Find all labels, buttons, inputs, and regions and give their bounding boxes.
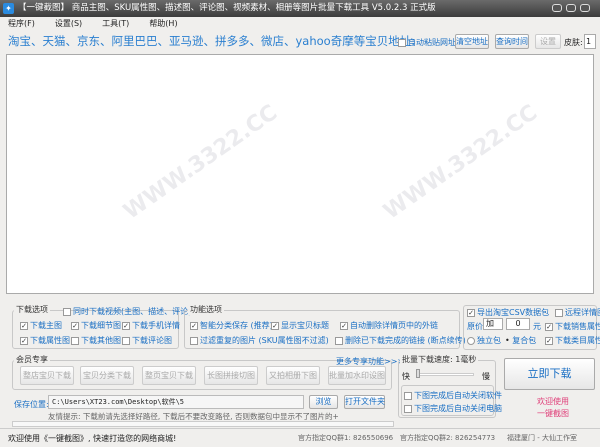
download-main-checkbox[interactable]: ✓ 下载主图 bbox=[20, 320, 62, 331]
menu-program[interactable]: 程序(F) bbox=[8, 17, 35, 31]
download-mobile-checkbox[interactable]: ✓ 下载手机详情 bbox=[122, 320, 180, 331]
title-bar: 【一键截图】 商品主图、SKU属性图、描述图、评论图、视频素材、相册等图片批量下… bbox=[0, 0, 600, 17]
speed-slider[interactable] bbox=[416, 373, 474, 376]
price-label: 原价 bbox=[467, 322, 483, 331]
album-download-button[interactable]: 又拍相册下图 bbox=[266, 366, 320, 385]
download-comment-checkbox[interactable]: 下载评论图 bbox=[122, 335, 172, 346]
menu-tools[interactable]: 工具(T) bbox=[102, 17, 129, 31]
long-image-button[interactable]: 长图拼接切图 bbox=[204, 366, 258, 385]
remove-external-links-checkbox[interactable]: ✓ 自动删除详情页中的外链 bbox=[340, 320, 438, 331]
app-icon: ✦ bbox=[3, 3, 14, 14]
category-download-button[interactable]: 宝贝分类下载 bbox=[80, 366, 134, 385]
address-label: 淘宝、天猫、京东、阿里巴巴、亚马逊、拼多多、微店、yahoo奇摩等宝贝地址: bbox=[8, 34, 416, 48]
export-csv-checkbox[interactable]: ✓ 导出淘宝CSV数据包 bbox=[467, 307, 549, 318]
auto-paste-checkbox[interactable]: 自动粘贴网址 bbox=[398, 37, 456, 48]
status-qq1: 官方指定QQ群1: 826550696 bbox=[298, 434, 394, 442]
save-location-label: 保存位置: bbox=[14, 400, 49, 409]
download-attr-checkbox[interactable]: ✓ 下载属性图 bbox=[20, 335, 70, 346]
app-name-text: 一键截图 bbox=[537, 409, 569, 418]
minimize-button[interactable] bbox=[552, 4, 562, 12]
clear-address-button[interactable]: 清空地址 bbox=[455, 34, 489, 49]
show-title-checkbox[interactable]: ✓ 显示宝贝标题 bbox=[271, 320, 329, 331]
download-detail-checkbox[interactable]: ✓ 下载细节图 bbox=[71, 320, 121, 331]
remote-detail-checkbox[interactable]: 远程详情图 bbox=[555, 307, 600, 318]
close-button[interactable] bbox=[580, 4, 590, 12]
slow-label: 慢 bbox=[482, 372, 490, 381]
fast-label: 快 bbox=[402, 372, 410, 381]
skin-spinner[interactable]: 1 bbox=[584, 34, 596, 49]
filter-duplicates-checkbox[interactable]: 过滤重复的图片 (SKU属性图不过滤) bbox=[190, 335, 329, 346]
progress-bar bbox=[12, 421, 394, 427]
function-options-title: 功能选项 bbox=[188, 304, 224, 315]
price-unit: 元 bbox=[533, 322, 541, 331]
page-download-button[interactable]: 整页宝贝下载 bbox=[142, 366, 196, 385]
settings-button[interactable]: 设置 bbox=[535, 34, 561, 49]
shutdown-checkbox[interactable]: 下图完成后自动关闭电脑 bbox=[404, 403, 502, 414]
menu-help[interactable]: 帮助(H) bbox=[149, 17, 177, 31]
member-title: 会员专享 bbox=[14, 354, 50, 365]
speed-title: 批量下载速度: 1毫秒 bbox=[400, 354, 479, 365]
close-app-checkbox[interactable]: 下图完成后自动关闭软件 bbox=[404, 390, 502, 401]
browse-button[interactable]: 浏览 bbox=[309, 395, 338, 409]
price-input[interactable]: 0 bbox=[506, 318, 530, 330]
status-studio: 福建厦门 - 大仙工作室 bbox=[507, 434, 577, 442]
maximize-button[interactable] bbox=[566, 4, 576, 12]
status-qq2: 官方指定QQ群2: 826254773 bbox=[400, 434, 496, 442]
standalone-radio[interactable]: 独立包 bbox=[467, 335, 501, 346]
menu-bar: 程序(F) 设置(S) 工具(T) 帮助(H) bbox=[0, 17, 600, 31]
shop-download-button[interactable]: 整店宝贝下载 bbox=[20, 366, 74, 385]
download-video-checkbox[interactable]: 同时下载视频(主图、描述、评论) bbox=[63, 306, 191, 317]
query-time-button[interactable]: 查询时间 bbox=[495, 34, 529, 49]
sales-attr-checkbox[interactable]: ✓ 下载销售属性 bbox=[545, 321, 600, 332]
download-other-checkbox[interactable]: 下载其他图 bbox=[71, 335, 121, 346]
url-input[interactable] bbox=[6, 54, 594, 294]
open-folder-button[interactable]: 打开文件夹 bbox=[344, 395, 385, 409]
status-welcome: 欢迎使用《一键截图》, 快速打造您的网络商城! bbox=[8, 434, 177, 443]
save-path-input[interactable]: C:\Users\XT23.com\Desktop\软件\5 bbox=[48, 395, 304, 409]
delete-done-links-checkbox[interactable]: 删除已下载完成的链接 (断点续传) bbox=[335, 335, 466, 346]
price-op-select[interactable]: 加 bbox=[483, 318, 503, 330]
skin-label: 皮肤: bbox=[564, 38, 583, 47]
speed-slider-handle[interactable] bbox=[416, 369, 420, 378]
welcome-text: 欢迎使用 bbox=[537, 397, 569, 406]
menu-settings[interactable]: 设置(S) bbox=[55, 17, 82, 31]
smart-classify-checkbox[interactable]: ✓ 智能分类保存 (推荐) bbox=[190, 320, 273, 331]
combined-radio[interactable]: • 复合包 bbox=[505, 335, 536, 346]
category-attr-checkbox[interactable]: ✓ 下载类目属性 bbox=[545, 335, 600, 346]
download-options-title: 下载选项 bbox=[14, 304, 50, 315]
watermark-button[interactable]: 批量加水印设图 bbox=[328, 366, 386, 385]
download-now-button[interactable]: 立即下载 bbox=[504, 358, 595, 390]
window-title: 【一键截图】 商品主图、SKU属性图、描述图、评论图、视频素材、相册等图片批量下… bbox=[18, 3, 436, 13]
